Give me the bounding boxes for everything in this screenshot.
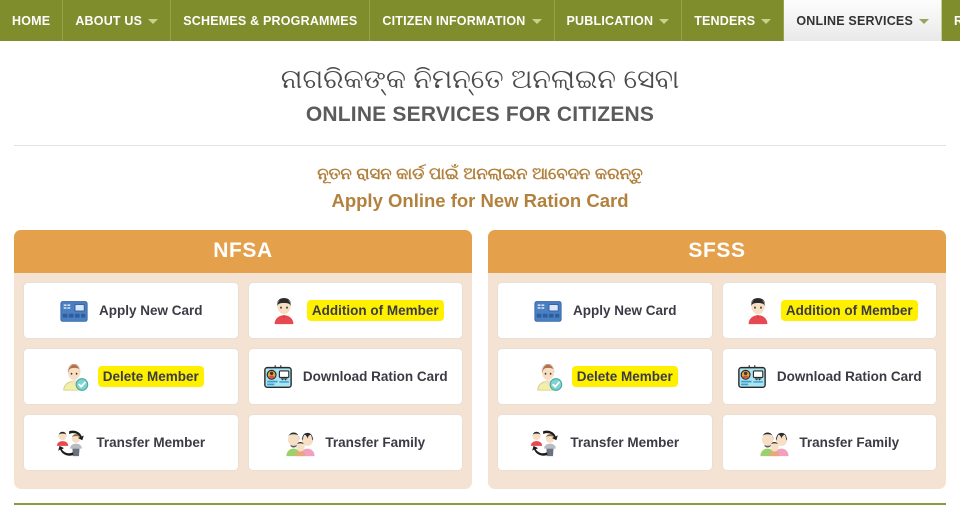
chevron-down-icon bbox=[919, 19, 930, 24]
service-tile-grid: Apply New Card Addition of Member Delete… bbox=[488, 273, 946, 480]
nav-item-label: HOME bbox=[12, 13, 51, 28]
nav-item-label: TENDERS bbox=[694, 13, 756, 28]
person-verified-icon bbox=[60, 362, 90, 392]
service-tile-label: Delete Member bbox=[99, 368, 202, 386]
page-title-english: ONLINE SERVICES FOR CITIZENS bbox=[305, 102, 655, 126]
service-tile-grid: Apply New Card Addition of Member Delete… bbox=[14, 273, 472, 480]
service-tile-label: Transfer Member bbox=[570, 435, 680, 451]
panel-sfss: SFSS Apply New Card Addition of Member D… bbox=[488, 230, 946, 490]
panel-title: SFSS bbox=[488, 230, 946, 274]
service-tile-label: Apply New Card bbox=[572, 303, 677, 319]
nav-item-label: CITIZEN INFORMATION bbox=[382, 13, 526, 28]
nav-item-tenders[interactable]: TENDERS bbox=[682, 0, 785, 41]
nav-item-schemes-programmes[interactable]: SCHEMES & PROGRAMMES bbox=[171, 0, 371, 41]
nav-item-home[interactable]: HOME bbox=[0, 0, 64, 41]
panel-title: NFSA bbox=[14, 230, 472, 274]
service-tile[interactable]: Transfer Family bbox=[247, 414, 463, 472]
section-header: ନୂତନ ରାସନ କାର୍ଡ ପାଇଁ ଅନଲାଇନ ଆବେଦନ କରନ୍ତୁ… bbox=[0, 146, 960, 212]
service-tile-label: Transfer Family bbox=[325, 435, 426, 451]
service-tile[interactable]: Download Ration Card bbox=[721, 348, 937, 406]
ration-card-icon bbox=[59, 296, 89, 326]
service-tile[interactable]: Delete Member bbox=[23, 348, 239, 406]
section-subtitle-odia: ନୂତନ ରାସନ କାର୍ଡ ପାଇଁ ଅନଲାଇନ ଆବେଦନ କରନ୍ତୁ bbox=[317, 164, 643, 183]
service-tile[interactable]: Transfer Family bbox=[721, 414, 937, 472]
id-card-icon bbox=[263, 362, 293, 392]
service-tile-label: Delete Member bbox=[573, 368, 676, 386]
nav-item-label: ABOUT US bbox=[75, 13, 143, 28]
person-add-icon bbox=[269, 296, 299, 326]
chevron-down-icon bbox=[531, 19, 542, 24]
service-tile[interactable]: Addition of Member bbox=[247, 282, 463, 340]
service-tile[interactable]: Apply New Card bbox=[23, 282, 239, 340]
id-card-icon bbox=[737, 362, 767, 392]
chevron-down-icon bbox=[148, 19, 159, 24]
service-tile[interactable]: Apply New Card bbox=[497, 282, 713, 340]
service-tile-label: Transfer Member bbox=[96, 435, 206, 451]
service-tile-label: Download Ration Card bbox=[776, 369, 922, 385]
transfer-person-icon bbox=[56, 428, 86, 458]
service-tile[interactable]: Download Ration Card bbox=[247, 348, 463, 406]
nav-item-label: ONLINE SERVICES bbox=[796, 13, 914, 28]
nav-item-publication[interactable]: PUBLICATION bbox=[554, 0, 683, 41]
service-tile-label: Transfer Family bbox=[799, 435, 900, 451]
transfer-person-icon bbox=[530, 428, 560, 458]
page-header: ନାଗରିକଙ୍କ ନିମନ୍ତେ ଅନଲାଇନ ସେବା ONLINE SER… bbox=[0, 41, 960, 127]
service-tile[interactable]: Transfer Member bbox=[497, 414, 713, 472]
ration-card-icon bbox=[533, 296, 563, 326]
family-icon bbox=[759, 428, 789, 458]
service-tile-label: Addition of Member bbox=[782, 302, 916, 320]
nav-item-rti[interactable]: RTI bbox=[942, 0, 960, 41]
service-tile-label: Addition of Member bbox=[308, 302, 442, 320]
footer-rule bbox=[14, 503, 946, 505]
main-navigation: HOME ABOUT US SCHEMES & PROGRAMMES CITIZEN … bbox=[0, 0, 960, 41]
service-tile[interactable]: Addition of Member bbox=[721, 282, 937, 340]
service-panels: NFSA Apply New Card Addition of Member D… bbox=[0, 212, 960, 490]
section-subtitle-english: Apply Online for New Ration Card bbox=[331, 190, 629, 212]
page-title-odia: ନାଗରିକଙ୍କ ନିମନ୍ତେ ଅନଲାଇନ ସେବା bbox=[280, 64, 680, 94]
service-tile-label: Apply New Card bbox=[98, 303, 203, 319]
nav-item-citizen-information[interactable]: CITIZEN INFORMATION bbox=[370, 0, 555, 41]
family-icon bbox=[285, 428, 315, 458]
service-tile[interactable]: Delete Member bbox=[497, 348, 713, 406]
chevron-down-icon bbox=[761, 19, 772, 24]
panel-nfsa: NFSA Apply New Card Addition of Member D… bbox=[14, 230, 472, 490]
nav-item-online-services[interactable]: ONLINE SERVICES bbox=[784, 0, 943, 41]
person-add-icon bbox=[743, 296, 773, 326]
nav-item-label: RTI bbox=[954, 13, 960, 28]
nav-item-about-us[interactable]: ABOUT US bbox=[63, 0, 172, 41]
person-verified-icon bbox=[534, 362, 564, 392]
service-tile[interactable]: Transfer Member bbox=[23, 414, 239, 472]
nav-item-label: PUBLICATION bbox=[566, 13, 654, 28]
nav-item-label: SCHEMES & PROGRAMMES bbox=[183, 13, 358, 28]
service-tile-label: Download Ration Card bbox=[302, 369, 448, 385]
chevron-down-icon bbox=[659, 19, 670, 24]
